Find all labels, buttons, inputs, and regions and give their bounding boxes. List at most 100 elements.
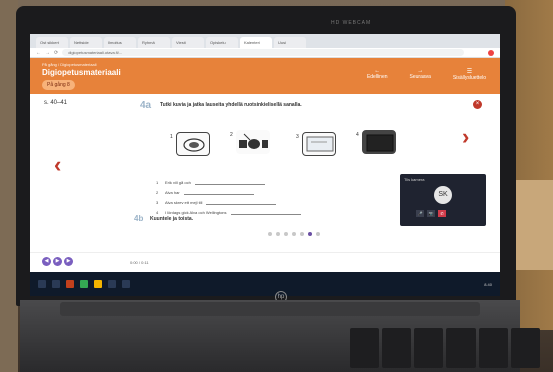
browser-tab-strip: Ost sikkert Nettside Ilmoitus Ryhmä Vies… (30, 34, 500, 48)
picture-tv (362, 130, 396, 154)
avatar: SK (434, 186, 452, 204)
photo-scene: HD WEBCAM Ost sikkert Nettside Ilmoitus … (0, 0, 553, 372)
section-pill[interactable]: På gång 8 (42, 80, 75, 90)
sentence-text: Alva har (165, 190, 180, 195)
browser-tab[interactable]: Ryhmä (138, 37, 170, 48)
browser-address-bar: ← → ⟳ digiopetusmateriaali.otava.fi/... (30, 48, 500, 58)
exercise-number: 4b (134, 214, 144, 223)
page-dot[interactable] (268, 232, 272, 236)
sentence-text: I lördags gick Alva och Wellingtons (165, 210, 227, 215)
browser-tab[interactable]: Ost sikkert (36, 37, 68, 48)
answer-field[interactable] (194, 180, 265, 185)
audio-controls: ◀ ▶ ▶ (42, 257, 73, 266)
play-icon[interactable]: ▶ (53, 257, 62, 266)
page-dots (268, 232, 320, 236)
browser-tab[interactable]: Uusi (274, 37, 306, 48)
browser-tab[interactable]: Viesti (172, 37, 204, 48)
keyboard-key (350, 328, 380, 368)
exercise-instruction: Tutki kuvia ja jatka lauseita yhdellä ru… (160, 102, 302, 108)
sentence-row: 4 I lördags gick Alva och Wellingtons (156, 210, 301, 215)
page-dot-active[interactable] (308, 232, 312, 236)
rewind-icon[interactable]: ◀ (42, 257, 51, 266)
sentence-number: 2 (156, 190, 159, 195)
page-dot[interactable] (292, 232, 296, 236)
next-button[interactable]: → Seuraava (410, 68, 431, 81)
top-navigation: ← Edellinen → Seuraava ☰ Sisällysluettel… (367, 68, 486, 81)
forward-icon[interactable]: → (45, 50, 50, 56)
app-icon[interactable] (94, 280, 102, 288)
sentence-text: Alva skrev ett mejl till (165, 200, 203, 205)
exercise-number: 4a (140, 100, 152, 111)
keyboard-key (414, 328, 444, 368)
video-call-window[interactable]: Tiis kamera SK 🎤 📷 ✆ (400, 174, 486, 226)
exercise-instruction: Kuuntele ja toista. (150, 216, 194, 222)
audio-player-bar: ◀ ▶ ▶ 0:00 / 0:11 (30, 252, 500, 272)
browser-tab[interactable]: Nettside (70, 37, 102, 48)
picture-number: 3 (296, 134, 299, 140)
picture-number: 2 (230, 132, 233, 138)
page-title: Digiopetusmateriaali (42, 68, 121, 77)
app-header: På gång / Digiopetusmateriaali Digiopetu… (30, 58, 500, 94)
close-icon[interactable]: × (473, 100, 482, 109)
keyboard-key (510, 328, 540, 368)
page-dot[interactable] (284, 232, 288, 236)
chevron-left-icon[interactable]: ‹ (54, 152, 61, 178)
windows-taskbar: 8.40 (30, 272, 500, 296)
sentence-row: 1 Erik vill gå och (156, 180, 265, 185)
camera-icon[interactable]: 📷 (427, 210, 435, 217)
sentence-number: 4 (156, 210, 159, 215)
prev-label: Edellinen (366, 74, 388, 80)
breadcrumb[interactable]: På gång / Digiopetusmateriaali (42, 62, 96, 67)
answer-field[interactable] (206, 200, 277, 205)
video-call-label: Tiis kamera (404, 177, 425, 182)
prev-button[interactable]: ← Edellinen (367, 68, 388, 81)
sentence-text: Erik vill gå och (165, 180, 191, 185)
sentence-row: 3 Alva skrev ett mejl till (156, 200, 277, 205)
app-icon[interactable] (66, 280, 74, 288)
picture-number: 4 (356, 132, 359, 138)
search-icon[interactable] (52, 280, 60, 288)
menu-icon: ☰ (466, 69, 473, 75)
picture-coffee (176, 132, 210, 156)
taskbar-clock[interactable]: 8.40 (484, 282, 492, 287)
browser-tab[interactable]: Ilmoitus (104, 37, 136, 48)
page-dot[interactable] (316, 232, 320, 236)
forward-icon[interactable]: ▶ (64, 257, 73, 266)
browser-tab-active[interactable]: Kalenteri (240, 37, 272, 48)
video-call-controls: 🎤 📷 ✆ (416, 210, 446, 217)
reload-icon[interactable]: ⟳ (54, 50, 58, 56)
app-icon[interactable] (80, 280, 88, 288)
laptop-screen: Ost sikkert Nettside Ilmoitus Ryhmä Vies… (30, 34, 500, 296)
picture-screen (302, 132, 336, 156)
answer-field[interactable] (183, 190, 254, 195)
url-field[interactable]: digiopetusmateriaali.otava.fi/... (62, 49, 464, 56)
keyboard (350, 328, 540, 368)
laptop-hinge (60, 302, 480, 316)
profile-icon[interactable] (488, 49, 494, 56)
browser-tab[interactable]: Opiskelu (206, 37, 238, 48)
keyboard-key (478, 328, 508, 368)
picture-drums (236, 130, 270, 154)
sentence-number: 3 (156, 200, 159, 205)
page-dot[interactable] (276, 232, 280, 236)
back-icon[interactable]: ← (36, 50, 41, 56)
start-icon[interactable] (38, 280, 46, 288)
microphone-icon[interactable]: 🎤 (416, 210, 424, 217)
sentence-row: 2 Alva har (156, 190, 254, 195)
keyboard-key (446, 328, 476, 368)
answer-field[interactable] (230, 210, 301, 215)
chevron-right-icon[interactable]: › (462, 124, 469, 150)
app-icon[interactable] (122, 280, 130, 288)
webcam-label: HD WEBCAM (331, 20, 372, 26)
page-dot[interactable] (300, 232, 304, 236)
toc-button[interactable]: ☰ Sisällysluettelo (453, 68, 486, 81)
toc-label: Sisällysluettelo (452, 75, 486, 81)
sentence-number: 1 (156, 180, 159, 185)
picture-number: 1 (170, 134, 173, 140)
page-reference: s. 40–41 (44, 100, 68, 106)
app-icon[interactable] (108, 280, 116, 288)
audio-time: 0:00 / 0:11 (130, 260, 149, 265)
next-label: Seuraava (409, 74, 431, 80)
hangup-icon[interactable]: ✆ (438, 210, 446, 217)
keyboard-key (382, 328, 412, 368)
